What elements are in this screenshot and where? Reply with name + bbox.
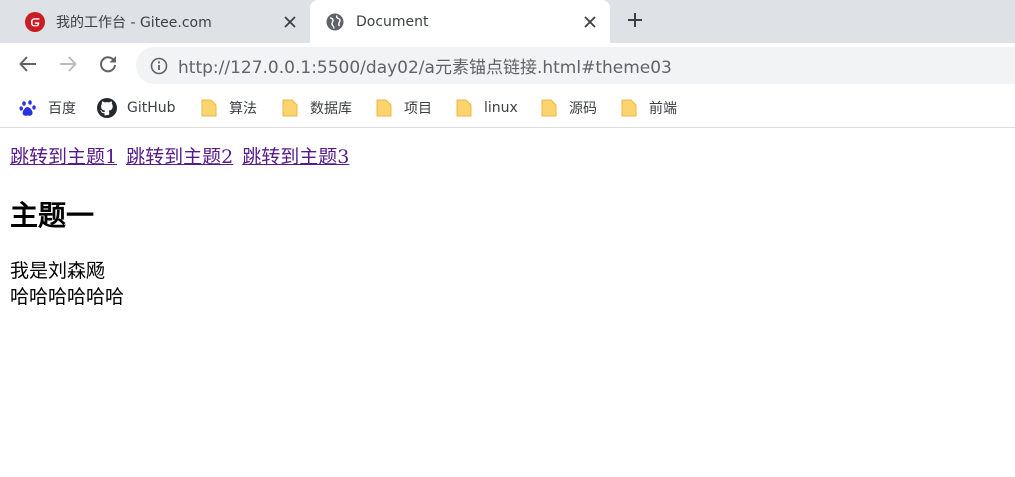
github-icon <box>97 98 117 118</box>
text-line: 哈哈哈哈哈哈 <box>10 286 125 308</box>
info-icon[interactable] <box>149 56 169 76</box>
back-button[interactable] <box>14 52 42 80</box>
bookmark-label: linux <box>484 100 518 116</box>
url-host: http://127.0.0.1 <box>178 58 312 78</box>
text-line: 我是刘森飏 <box>10 260 106 282</box>
bookmark-label: 数据库 <box>310 101 352 117</box>
bookmark-folder-frontend[interactable]: 前端 <box>619 95 677 121</box>
bookmark-baidu[interactable]: 百度 <box>18 95 76 121</box>
bookmark-folder-projects[interactable]: 项目 <box>374 95 432 121</box>
new-tab-button[interactable] <box>620 7 650 37</box>
reload-icon <box>99 55 117 77</box>
folder-icon <box>199 98 219 118</box>
page-content: 跳转到主题1 跳转到主题2 跳转到主题3 主题一 我是刘森飏 哈哈哈哈哈哈 <box>10 128 1015 477</box>
close-tab-icon[interactable] <box>278 10 302 34</box>
bookmark-label: 项目 <box>404 101 432 117</box>
folder-icon <box>454 98 474 118</box>
globe-icon <box>324 11 346 33</box>
tab-strip: 我的工作台 - Gitee.com Document <box>0 0 1015 43</box>
bookmark-folder-source[interactable]: 源码 <box>539 95 597 121</box>
plus-icon <box>627 12 643 32</box>
paragraph: 我是刘森飏 哈哈哈哈哈哈 <box>10 258 124 310</box>
forward-button[interactable] <box>54 52 82 80</box>
bookmark-github[interactable]: GitHub <box>97 95 176 121</box>
link-theme2[interactable]: 跳转到主题2 <box>126 146 233 168</box>
bookmark-folder-database[interactable]: 数据库 <box>280 95 352 121</box>
bookmark-label: GitHub <box>127 100 176 116</box>
browser-toolbar: http://127.0.0.1:5500/day02/a元素锚点链接.html… <box>0 43 1015 89</box>
link-theme1[interactable]: 跳转到主题1 <box>10 146 117 168</box>
folder-icon <box>374 98 394 118</box>
tab-document[interactable]: Document <box>310 0 610 43</box>
url-path: :5500/day02/a元素锚点链接.html#theme03 <box>311 58 672 78</box>
link-theme3[interactable]: 跳转到主题3 <box>242 146 349 168</box>
url-text[interactable]: http://127.0.0.1:5500/day02/a元素锚点链接.html… <box>178 53 672 78</box>
bookmark-folder-linux[interactable]: linux <box>454 95 518 121</box>
anchor-links: 跳转到主题1 跳转到主题2 跳转到主题3 <box>10 142 352 169</box>
tab-gitee[interactable]: 我的工作台 - Gitee.com <box>10 0 310 43</box>
tab-title: Document <box>356 13 429 30</box>
bookmark-label: 前端 <box>649 101 677 117</box>
folder-icon <box>280 98 300 118</box>
bookmark-label: 算法 <box>229 101 257 117</box>
folder-icon <box>539 98 559 118</box>
address-bar[interactable]: http://127.0.0.1:5500/day02/a元素锚点链接.html… <box>136 47 1015 84</box>
page-heading: 主题一 <box>10 199 95 232</box>
bookmark-folder-algorithms[interactable]: 算法 <box>199 95 257 121</box>
bookmark-label: 百度 <box>48 101 76 117</box>
folder-icon <box>619 98 639 118</box>
bookmark-label: 源码 <box>569 101 597 117</box>
forward-arrow-icon <box>59 55 77 77</box>
baidu-paw-icon <box>18 98 38 118</box>
close-tab-icon[interactable] <box>578 10 602 34</box>
bookmarks-bar: 百度 GitHub 算法 数据库 项目 linux 源码 前端 <box>0 89 1015 128</box>
back-arrow-icon <box>19 55 37 77</box>
reload-button[interactable] <box>94 52 122 80</box>
gitee-icon <box>24 11 46 33</box>
tab-title: 我的工作台 - Gitee.com <box>56 14 212 31</box>
